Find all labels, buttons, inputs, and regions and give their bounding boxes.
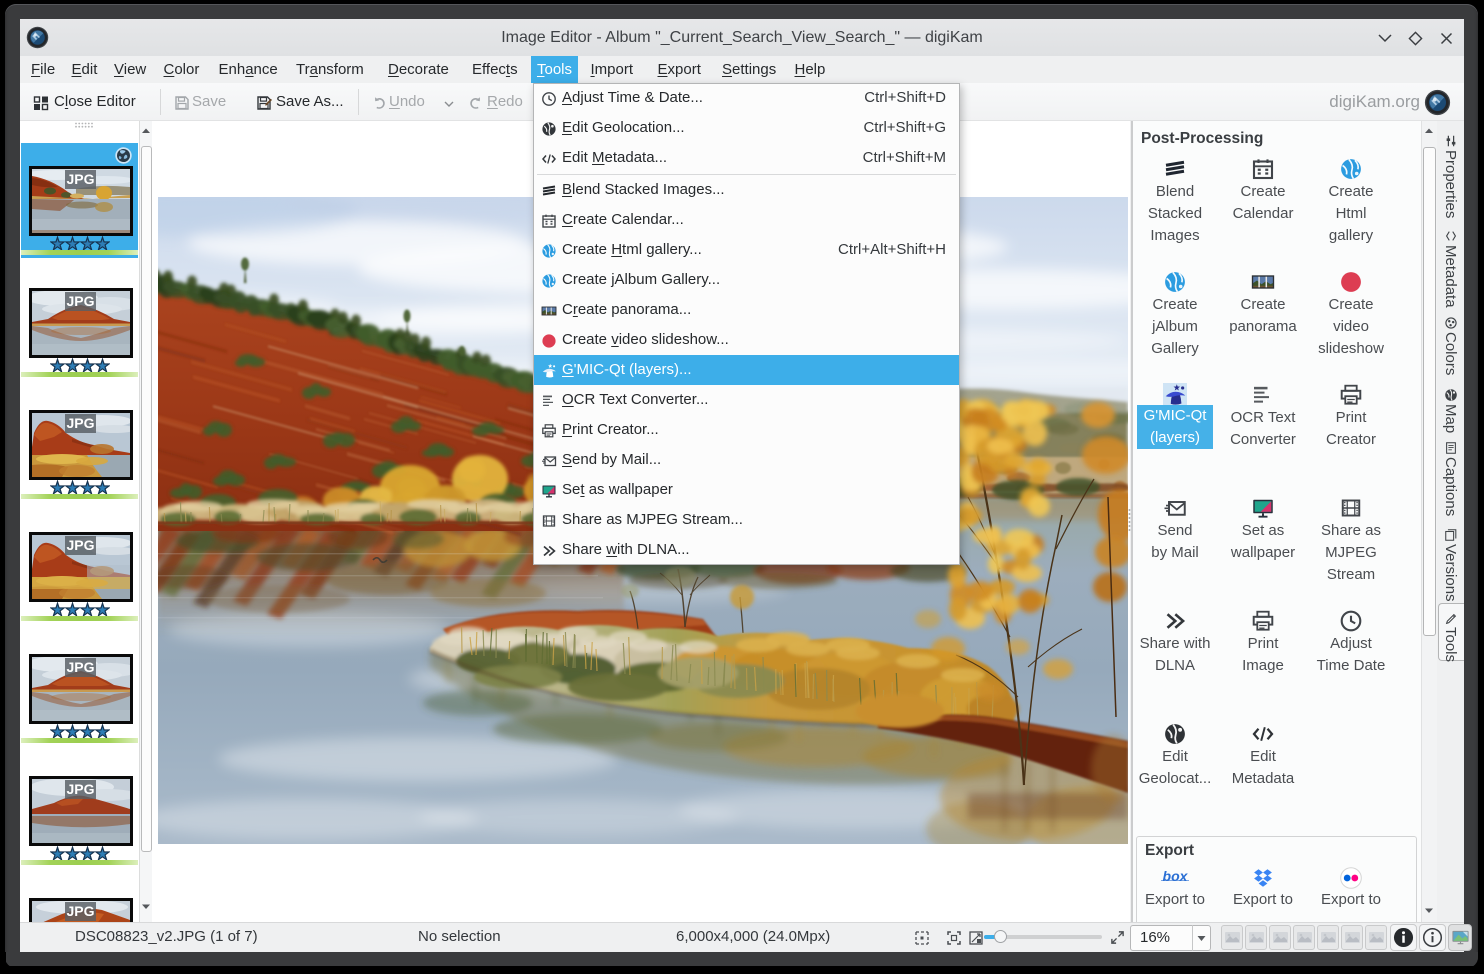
svg-text:box: box <box>1163 868 1189 884</box>
